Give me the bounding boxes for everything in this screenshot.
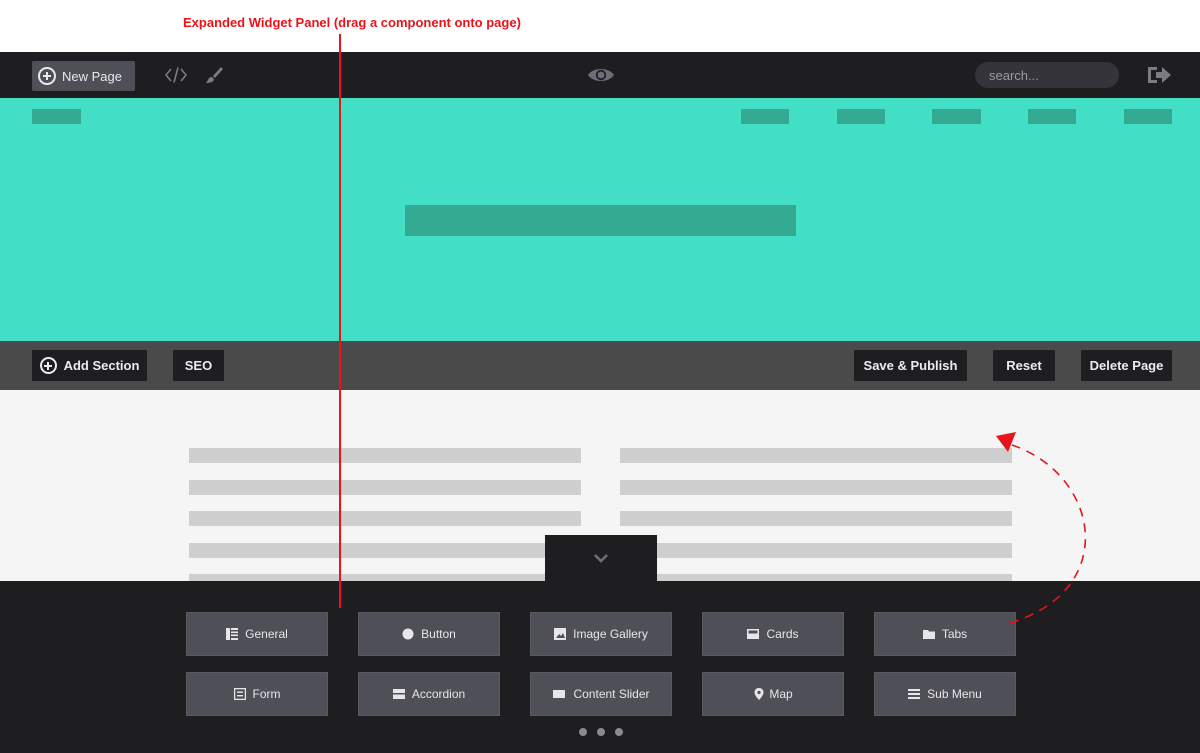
drag-arrow-icon [996, 432, 1087, 624]
hero-section [0, 98, 1200, 341]
text-placeholder [189, 448, 581, 463]
widget-label: Cards [766, 627, 799, 641]
widget-image-gallery[interactable]: Image Gallery [530, 612, 672, 656]
widget-form[interactable]: Form [186, 672, 328, 716]
plus-circle-icon [39, 357, 57, 374]
logout-icon[interactable] [1146, 64, 1172, 86]
menu-icon [908, 689, 921, 699]
code-icon[interactable] [164, 66, 188, 84]
general-icon [226, 628, 239, 640]
page-dot[interactable] [615, 728, 623, 736]
plus-circle-icon [38, 67, 56, 85]
reset-label: Reset [1006, 358, 1042, 373]
save-publish-button[interactable]: Save & Publish [854, 350, 967, 381]
new-page-label: New Page [62, 68, 122, 84]
logo-placeholder [32, 109, 81, 124]
text-placeholder [620, 448, 1012, 463]
text-placeholder [189, 543, 581, 558]
widget-label: Content Slider [573, 687, 650, 701]
widget-pagination [579, 728, 623, 736]
nav-placeholder [932, 109, 981, 124]
add-section-button[interactable]: Add Section [32, 350, 147, 381]
text-placeholder [620, 480, 1012, 495]
chevron-down-icon [594, 554, 608, 563]
widget-label: Button [421, 627, 456, 641]
text-placeholder [189, 574, 581, 581]
reset-button[interactable]: Reset [993, 350, 1055, 381]
seo-button[interactable]: SEO [173, 350, 224, 381]
widget-button[interactable]: Button [358, 612, 500, 656]
seo-label: SEO [184, 358, 213, 373]
image-icon [554, 628, 567, 640]
text-placeholder [620, 543, 1012, 558]
form-icon [233, 688, 246, 700]
widget-content-slider[interactable]: Content Slider [530, 672, 672, 716]
text-placeholder [189, 480, 581, 495]
card-icon [747, 629, 760, 639]
page-dot[interactable] [579, 728, 587, 736]
widget-label: Form [252, 687, 281, 701]
eye-icon[interactable] [587, 66, 615, 84]
accordion-icon [392, 689, 405, 699]
annotation-pointer-line [339, 34, 341, 608]
widget-accordion[interactable]: Accordion [358, 672, 500, 716]
widget-label: Map [769, 687, 793, 701]
text-placeholder [620, 511, 1012, 526]
slider-icon [553, 690, 566, 698]
save-publish-label: Save & Publish [863, 358, 958, 373]
circle-icon [402, 628, 414, 640]
nav-placeholder [1124, 109, 1172, 124]
widget-label: Sub Menu [927, 687, 982, 701]
add-section-label: Add Section [63, 358, 140, 373]
widget-map[interactable]: Map [702, 672, 844, 716]
map-pin-icon [754, 688, 764, 700]
widget-label: Image Gallery [573, 627, 648, 641]
nav-placeholder [741, 109, 789, 124]
delete-page-label: Delete Page [1089, 358, 1164, 373]
search-input[interactable] [975, 62, 1119, 88]
widget-label: General [245, 627, 288, 641]
section-toolbar: Add Section SEO Save & Publish Reset Del… [0, 341, 1200, 390]
annotation-label: Expanded Widget Panel (drag a component … [183, 15, 521, 30]
widget-label: Tabs [941, 627, 968, 641]
widget-label: Accordion [411, 687, 466, 701]
top-toolbar: New Page [0, 52, 1200, 98]
widget-general[interactable]: General [186, 612, 328, 656]
headline-placeholder [405, 205, 796, 236]
nav-placeholder [1028, 109, 1076, 124]
page-dot[interactable] [597, 728, 605, 736]
widget-sub-menu[interactable]: Sub Menu [874, 672, 1016, 716]
widget-cards[interactable]: Cards [702, 612, 844, 656]
folder-icon [922, 630, 935, 639]
delete-page-button[interactable]: Delete Page [1081, 350, 1172, 381]
collapse-panel-tab[interactable] [545, 535, 657, 581]
brush-icon[interactable] [204, 65, 224, 85]
text-placeholder [189, 511, 581, 526]
new-page-button[interactable]: New Page [32, 61, 135, 91]
nav-placeholder [837, 109, 885, 124]
text-placeholder [620, 574, 1012, 581]
